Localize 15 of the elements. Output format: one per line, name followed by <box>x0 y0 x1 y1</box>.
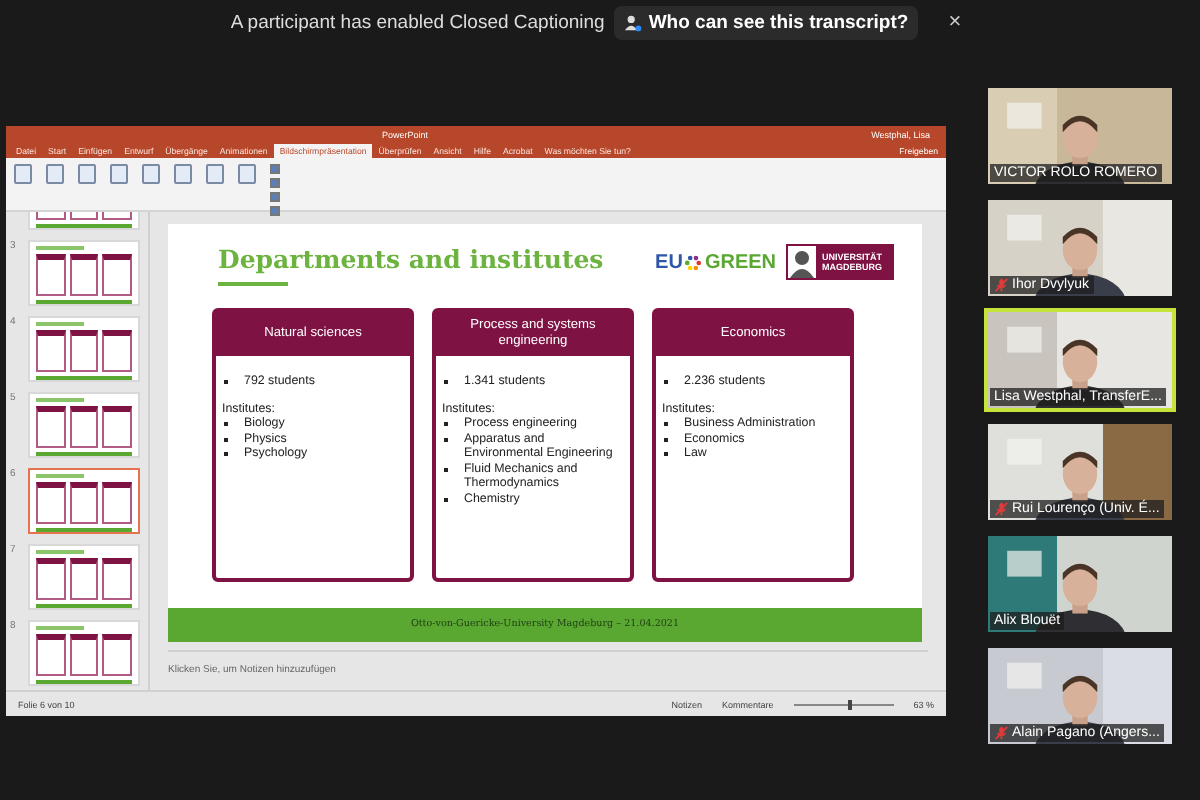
transcript-visibility-button[interactable]: Who can see this transcript? <box>614 5 919 39</box>
muted-microphone-icon <box>994 502 1008 516</box>
close-button[interactable]: × <box>940 10 970 34</box>
slide-title: Departments and institutes <box>218 244 604 274</box>
ribbon-checkbox[interactable] <box>270 178 280 188</box>
caption-notice: A participant has enabled Closed Captioning <box>230 11 605 33</box>
muted-microphone-icon <box>994 726 1008 740</box>
person-icon <box>624 13 643 31</box>
muted-microphone-icon <box>994 278 1008 292</box>
partner-logo: EU GREEN <box>655 251 776 273</box>
zoom-thumb[interactable] <box>848 699 853 709</box>
slide-thumbnail[interactable] <box>27 468 140 534</box>
ribbon-checkbox[interactable] <box>270 206 280 216</box>
ribbon-checkbox[interactable] <box>270 164 280 174</box>
ribbon-checkbox[interactable] <box>270 192 280 202</box>
